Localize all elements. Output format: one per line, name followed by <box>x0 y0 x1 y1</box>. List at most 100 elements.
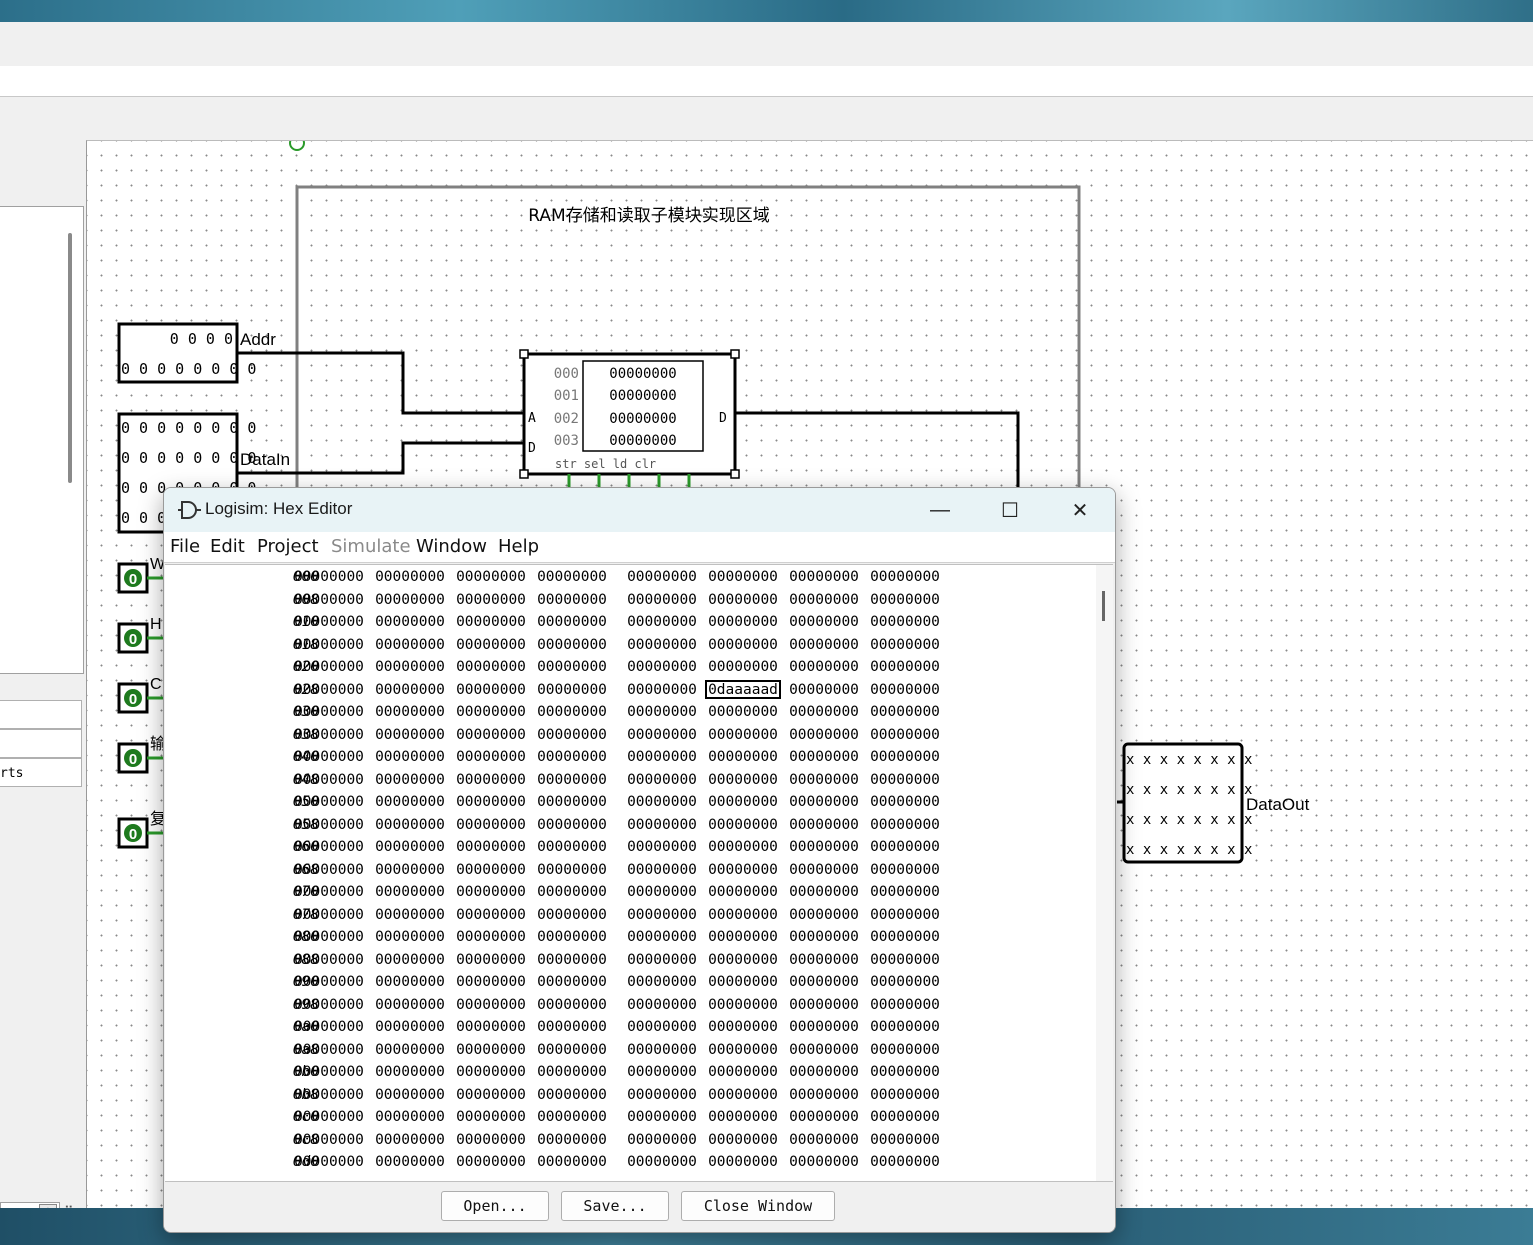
hex-cell[interactable]: 00000000 <box>453 952 529 968</box>
component-tree[interactable] <box>0 206 84 674</box>
hex-cell[interactable]: 00000000 <box>291 794 367 810</box>
hex-cell[interactable]: 00000000 <box>291 862 367 878</box>
hex-cell[interactable]: 00000000 <box>534 682 610 698</box>
hex-cell[interactable]: 00000000 <box>786 1109 862 1125</box>
hex-cell[interactable]: 00000000 <box>372 1109 448 1125</box>
hex-cell[interactable]: 00000000 <box>291 772 367 788</box>
hex-cell[interactable]: 00000000 <box>291 637 367 653</box>
hex-cell[interactable]: 00000000 <box>786 592 862 608</box>
hex-cell[interactable]: 00000000 <box>291 907 367 923</box>
hex-cell[interactable]: 00000000 <box>705 749 781 765</box>
hex-cell[interactable]: 00000000 <box>624 727 700 743</box>
hex-cell[interactable]: 00000000 <box>453 862 529 878</box>
hex-cell[interactable]: 00000000 <box>867 637 943 653</box>
hex-cell[interactable]: 00000000 <box>624 907 700 923</box>
hex-cell[interactable]: 00000000 <box>624 614 700 630</box>
hex-cell[interactable]: 00000000 <box>534 614 610 630</box>
hex-cell[interactable]: 00000000 <box>624 682 700 698</box>
hex-cell[interactable]: 00000000 <box>705 884 781 900</box>
hex-cell[interactable]: 00000000 <box>786 1132 862 1148</box>
hex-cell[interactable]: 00000000 <box>291 1154 367 1170</box>
hex-cell[interactable]: 00000000 <box>705 592 781 608</box>
menu-file[interactable]: File <box>170 536 200 557</box>
save-button[interactable]: Save... <box>561 1191 669 1221</box>
hex-cell-selected[interactable]: 0daaaaad <box>705 679 781 699</box>
hex-cell[interactable]: 00000000 <box>705 1042 781 1058</box>
hex-cell[interactable]: 00000000 <box>534 1064 610 1080</box>
hex-cell[interactable]: 00000000 <box>291 997 367 1013</box>
hex-cell[interactable]: 00000000 <box>705 1019 781 1035</box>
hex-cell[interactable]: 00000000 <box>867 862 943 878</box>
menu-window[interactable]: Window <box>416 536 487 557</box>
selection-handle[interactable] <box>519 469 529 479</box>
hex-cell[interactable]: 00000000 <box>624 1154 700 1170</box>
hex-cell[interactable]: 00000000 <box>291 659 367 675</box>
hex-cell[interactable]: 00000000 <box>372 1087 448 1103</box>
hex-cell[interactable]: 00000000 <box>705 1064 781 1080</box>
hex-cell[interactable]: 00000000 <box>291 839 367 855</box>
hex-cell[interactable]: 00000000 <box>705 637 781 653</box>
hex-cell[interactable]: 00000000 <box>624 952 700 968</box>
selection-handle[interactable] <box>519 349 529 359</box>
hex-cell[interactable]: 00000000 <box>372 704 448 720</box>
hex-cell[interactable]: 00000000 <box>867 907 943 923</box>
hex-cell[interactable]: 00000000 <box>705 1154 781 1170</box>
hex-cell[interactable]: 00000000 <box>372 569 448 585</box>
hex-cell[interactable]: 00000000 <box>786 929 862 945</box>
hex-cell[interactable]: 00000000 <box>372 637 448 653</box>
hex-cell[interactable]: 00000000 <box>867 929 943 945</box>
hex-cell[interactable]: 00000000 <box>453 569 529 585</box>
hex-cell[interactable]: 00000000 <box>453 907 529 923</box>
hex-cell[interactable]: 00000000 <box>291 952 367 968</box>
hex-cell[interactable]: 00000000 <box>867 817 943 833</box>
hex-cell[interactable]: 00000000 <box>624 839 700 855</box>
hex-cell[interactable]: 00000000 <box>867 1154 943 1170</box>
hex-cell[interactable]: 00000000 <box>534 1019 610 1035</box>
hex-cell[interactable]: 00000000 <box>867 682 943 698</box>
hex-cell[interactable]: 00000000 <box>867 1087 943 1103</box>
hex-cell[interactable]: 00000000 <box>453 839 529 855</box>
hex-cell[interactable]: 00000000 <box>372 974 448 990</box>
hex-cell[interactable]: 00000000 <box>705 569 781 585</box>
hex-cell[interactable]: 00000000 <box>453 997 529 1013</box>
hex-cell[interactable]: 00000000 <box>453 659 529 675</box>
hex-cell[interactable]: 00000000 <box>867 1064 943 1080</box>
hex-cell[interactable]: 00000000 <box>867 727 943 743</box>
hex-cell[interactable]: 00000000 <box>867 974 943 990</box>
hex-cell[interactable]: 00000000 <box>372 907 448 923</box>
hex-cell[interactable]: 00000000 <box>372 1019 448 1035</box>
hex-cell[interactable]: 00000000 <box>624 592 700 608</box>
hex-cell[interactable]: 00000000 <box>705 1087 781 1103</box>
hex-cell[interactable]: 00000000 <box>291 569 367 585</box>
hex-cell[interactable]: 00000000 <box>705 952 781 968</box>
hex-cell[interactable]: 00000000 <box>624 659 700 675</box>
hex-cell[interactable]: 00000000 <box>705 862 781 878</box>
hex-cell[interactable]: 00000000 <box>534 929 610 945</box>
attribute-row[interactable] <box>0 729 82 758</box>
hex-cell[interactable]: 00000000 <box>624 817 700 833</box>
hex-cell[interactable]: 00000000 <box>291 884 367 900</box>
hex-cell[interactable]: 00000000 <box>453 1019 529 1035</box>
hex-cell[interactable]: 00000000 <box>372 929 448 945</box>
hex-cell[interactable]: 00000000 <box>705 794 781 810</box>
hex-cell[interactable]: 00000000 <box>534 997 610 1013</box>
hex-cell[interactable]: 00000000 <box>786 952 862 968</box>
hex-cell[interactable]: 00000000 <box>372 659 448 675</box>
hex-cell[interactable]: 00000000 <box>624 637 700 653</box>
hex-cell[interactable]: 00000000 <box>705 929 781 945</box>
minimize-icon[interactable]: — <box>905 488 975 532</box>
hex-cell[interactable]: 00000000 <box>624 1064 700 1080</box>
hex-cell[interactable]: 00000000 <box>372 884 448 900</box>
hex-cell[interactable]: 00000000 <box>786 1087 862 1103</box>
hex-cell[interactable]: 00000000 <box>534 794 610 810</box>
hex-cell[interactable]: 00000000 <box>705 772 781 788</box>
hex-cell[interactable]: 00000000 <box>786 772 862 788</box>
hex-cell[interactable]: 00000000 <box>867 749 943 765</box>
hex-cell[interactable]: 00000000 <box>624 884 700 900</box>
hex-cell[interactable]: 00000000 <box>786 614 862 630</box>
hex-cell[interactable]: 00000000 <box>453 1132 529 1148</box>
hex-cell[interactable]: 00000000 <box>291 1109 367 1125</box>
hex-cell[interactable]: 00000000 <box>291 1064 367 1080</box>
hex-cell[interactable]: 00000000 <box>786 704 862 720</box>
hex-cell[interactable]: 00000000 <box>786 659 862 675</box>
